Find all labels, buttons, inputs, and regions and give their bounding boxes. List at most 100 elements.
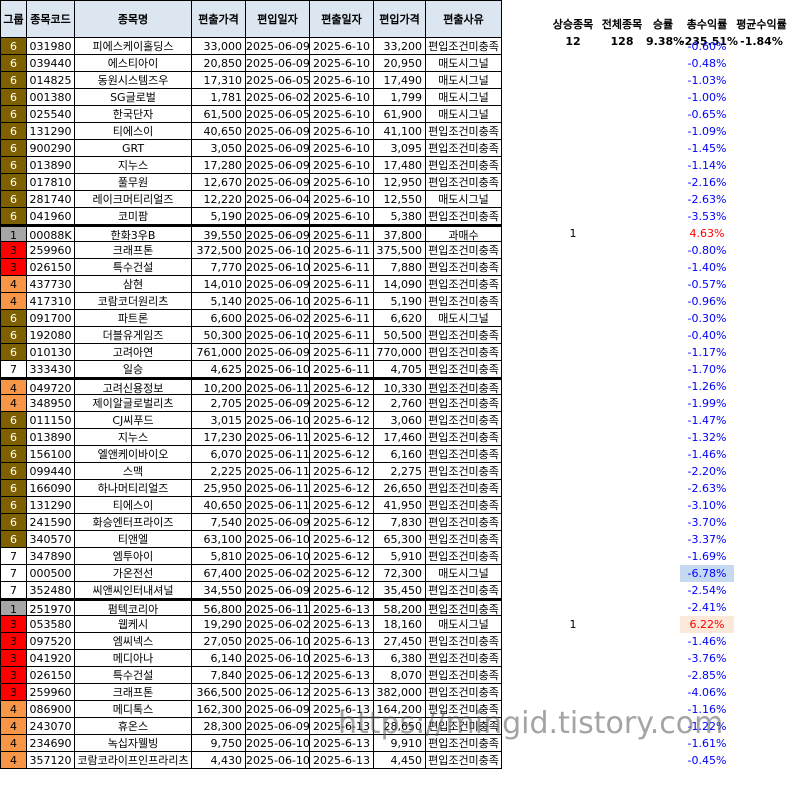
cell-group[interactable]: 4 (0, 718, 27, 735)
cell-out-date[interactable]: 2025-6-10 (310, 208, 374, 225)
cell-group[interactable]: 4 (0, 378, 27, 395)
cell-up-count[interactable] (548, 718, 598, 735)
cell-in-price[interactable]: 8,070 (374, 667, 426, 684)
cell-return[interactable]: -1.46% (680, 633, 734, 650)
cell-code[interactable]: 357120 (27, 752, 75, 769)
cell-in-date[interactable]: 2025-06-10 (246, 412, 310, 429)
cell-name[interactable]: 녹십자웰빙 (75, 735, 192, 752)
cell-out-price[interactable]: 6,140 (192, 650, 246, 667)
cell-in-date[interactable]: 2025-06-09 (246, 514, 310, 531)
cell-in-price[interactable]: 35,450 (374, 582, 426, 599)
cell-group[interactable]: 6 (0, 55, 27, 72)
cell-reason[interactable]: 편입조건미충족 (426, 276, 502, 293)
cell-name[interactable]: 일승 (75, 361, 192, 378)
cell-return[interactable]: -1.47% (680, 412, 734, 429)
cell-return[interactable]: -1.45% (680, 140, 734, 157)
cell-in-price[interactable]: 17,480 (374, 157, 426, 174)
cell-up-count[interactable]: 1 (548, 616, 598, 633)
cell-return[interactable]: -1.03% (680, 72, 734, 89)
cell-in-price[interactable]: 20,950 (374, 55, 426, 72)
cell-out-price[interactable]: 56,800 (192, 599, 246, 616)
cell-out-date[interactable]: 2025-6-12 (310, 497, 374, 514)
cell-up-count[interactable] (548, 276, 598, 293)
cell-out-price[interactable]: 27,050 (192, 633, 246, 650)
cell-reason[interactable]: 편입조건미충족 (426, 735, 502, 752)
cell-out-date[interactable]: 2025-6-12 (310, 531, 374, 548)
cell-up-count[interactable] (548, 242, 598, 259)
cell-in-price[interactable]: 17,490 (374, 72, 426, 89)
cell-reason[interactable]: 편입조건미충족 (426, 293, 502, 310)
cell-in-date[interactable]: 2025-06-02 (246, 616, 310, 633)
cell-out-price[interactable]: 17,310 (192, 72, 246, 89)
cell-out-price[interactable]: 761,000 (192, 344, 246, 361)
cell-group[interactable]: 6 (0, 208, 27, 225)
cell-reason[interactable]: 편입조건미충족 (426, 344, 502, 361)
cell-group[interactable]: 6 (0, 191, 27, 208)
cell-out-date[interactable]: 2025-6-13 (310, 735, 374, 752)
cell-group[interactable]: 6 (0, 497, 27, 514)
cell-up-count[interactable] (548, 429, 598, 446)
cell-out-date[interactable]: 2025-6-13 (310, 667, 374, 684)
cell-out-price[interactable]: 5,140 (192, 293, 246, 310)
cell-out-date[interactable]: 2025-6-10 (310, 123, 374, 140)
cell-out-date[interactable]: 2025-6-11 (310, 344, 374, 361)
cell-out-price[interactable]: 7,770 (192, 259, 246, 276)
cell-out-date[interactable]: 2025-6-12 (310, 480, 374, 497)
cell-up-count[interactable] (548, 701, 598, 718)
cell-group[interactable]: 1 (0, 225, 27, 242)
cell-in-price[interactable]: 58,200 (374, 599, 426, 616)
cell-code[interactable]: 091700 (27, 310, 75, 327)
cell-code[interactable]: 097520 (27, 633, 75, 650)
cell-up-count[interactable] (548, 72, 598, 89)
cell-out-date[interactable]: 2025-6-11 (310, 225, 374, 242)
cell-in-price[interactable]: 65,300 (374, 531, 426, 548)
cell-group[interactable]: 3 (0, 667, 27, 684)
cell-reason[interactable]: 매도시그널 (426, 55, 502, 72)
cell-reason[interactable]: 편입조건미충족 (426, 429, 502, 446)
cell-name[interactable]: 동원시스템즈우 (75, 72, 192, 89)
cell-reason[interactable]: 편입조건미충족 (426, 140, 502, 157)
cell-in-date[interactable]: 2025-06-11 (246, 378, 310, 395)
cell-out-price[interactable]: 20,850 (192, 55, 246, 72)
cell-in-price[interactable]: 5,380 (374, 208, 426, 225)
summary-header-avg-return[interactable]: 평균수익률 (734, 16, 789, 33)
cell-up-count[interactable] (548, 361, 598, 378)
cell-return[interactable]: -6.78% (680, 565, 734, 582)
cell-in-date[interactable]: 2025-06-09 (246, 140, 310, 157)
summary-header-total-return[interactable]: 총수익률 (680, 16, 734, 33)
cell-in-price[interactable]: 18,160 (374, 616, 426, 633)
cell-return[interactable]: -4.06% (680, 684, 734, 701)
cell-out-price[interactable]: 40,650 (192, 123, 246, 140)
cell-group[interactable]: 7 (0, 548, 27, 565)
cell-group[interactable]: 3 (0, 633, 27, 650)
cell-return[interactable]: -0.60% (680, 38, 734, 55)
cell-out-date[interactable]: 2025-6-11 (310, 259, 374, 276)
cell-in-date[interactable]: 2025-06-05 (246, 106, 310, 123)
cell-in-date[interactable]: 2025-06-09 (246, 55, 310, 72)
cell-name[interactable]: 삼현 (75, 276, 192, 293)
cell-up-count[interactable] (548, 531, 598, 548)
cell-up-count[interactable] (548, 565, 598, 582)
cell-up-count[interactable] (548, 735, 598, 752)
cell-name[interactable]: 휴온스 (75, 718, 192, 735)
header-reason[interactable]: 편출사유 (426, 0, 502, 38)
cell-in-date[interactable]: 2025-06-04 (246, 191, 310, 208)
cell-in-date[interactable]: 2025-06-09 (246, 701, 310, 718)
cell-in-date[interactable]: 2025-06-10 (246, 361, 310, 378)
cell-in-date[interactable]: 2025-06-10 (246, 735, 310, 752)
cell-in-date[interactable]: 2025-06-10 (246, 242, 310, 259)
cell-in-price[interactable]: 14,090 (374, 276, 426, 293)
cell-reason[interactable]: 편입조건미충족 (426, 650, 502, 667)
cell-up-count[interactable] (548, 89, 598, 106)
cell-up-count[interactable] (548, 633, 598, 650)
cell-in-price[interactable]: 41,100 (374, 123, 426, 140)
cell-name[interactable]: SG글로벌 (75, 89, 192, 106)
cell-code[interactable]: 417310 (27, 293, 75, 310)
cell-group[interactable]: 6 (0, 344, 27, 361)
cell-out-price[interactable]: 12,220 (192, 191, 246, 208)
cell-out-date[interactable]: 2025-6-12 (310, 548, 374, 565)
cell-in-date[interactable]: 2025-06-10 (246, 531, 310, 548)
cell-name[interactable]: 고려아연 (75, 344, 192, 361)
cell-out-date[interactable]: 2025-6-13 (310, 718, 374, 735)
cell-return[interactable]: -1.32% (680, 429, 734, 446)
